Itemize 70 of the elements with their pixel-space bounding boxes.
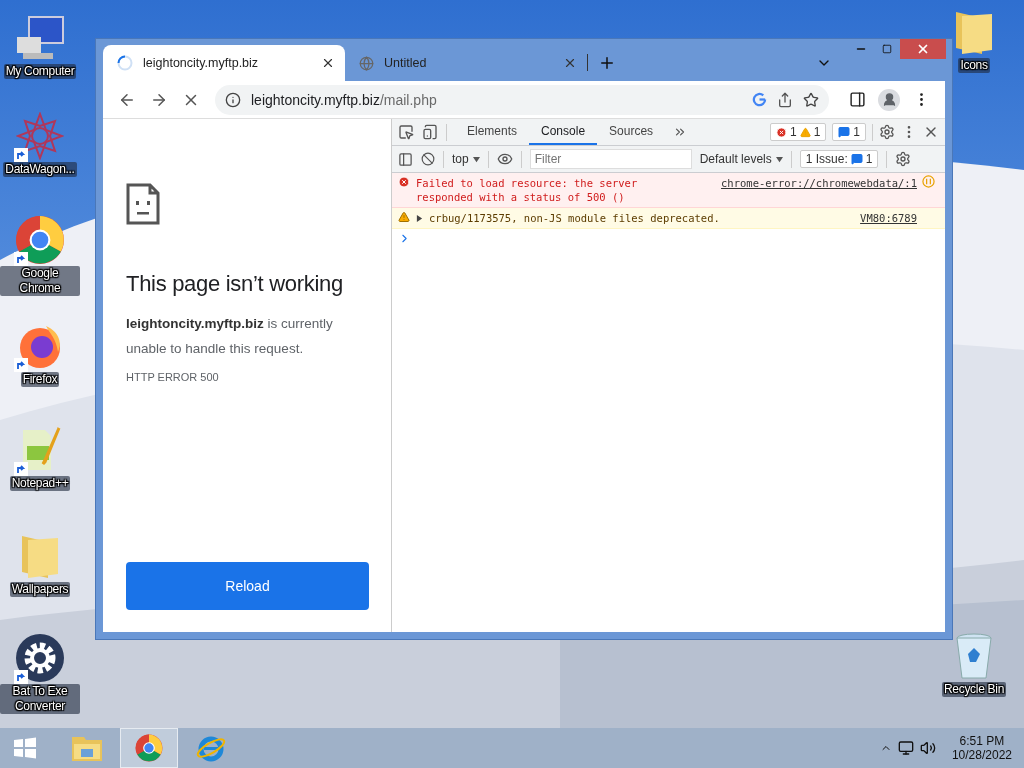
share-icon[interactable] — [777, 91, 793, 108]
error-icon — [398, 176, 410, 188]
warning-icon — [799, 126, 811, 138]
gear-icon — [15, 633, 65, 683]
icon-label: Firefox — [20, 372, 60, 387]
computer-icon — [15, 15, 65, 61]
issues-button[interactable]: 1 Issue: 1 — [799, 150, 879, 168]
sad-page-icon — [126, 183, 160, 225]
message-counts-badge[interactable]: 1 1 — [769, 123, 827, 141]
browser-tab[interactable]: leightoncity.myftp.biz — [103, 45, 345, 81]
tab-title: Untitled — [384, 56, 428, 70]
icon-label: Icons — [958, 58, 990, 73]
taskbar-app[interactable] — [120, 728, 178, 768]
message-icon — [850, 153, 863, 165]
close-icon[interactable] — [321, 56, 335, 70]
warning-count: 1 — [813, 125, 821, 139]
chrome-icon[interactable] — [135, 734, 163, 762]
inspect-icon[interactable] — [398, 124, 414, 140]
maximize-icon — [882, 44, 892, 54]
message-icon — [838, 126, 851, 138]
chrome-icon[interactable] — [15, 215, 65, 265]
filter-field[interactable]: Filter — [529, 149, 692, 169]
icon-label: Wallpapers — [9, 582, 71, 597]
source-link[interactable]: VM80:6789 — [860, 211, 917, 225]
reload-button[interactable]: Reload — [126, 562, 369, 610]
error-message: leightoncity.myftp.biz is currently unable to handle this request. — [126, 315, 334, 358]
console-message-text: Failed to load resource: the server responded with a status of 500 () — [416, 176, 639, 204]
info-count-badge[interactable]: 1 — [832, 123, 866, 141]
source-link[interactable]: chrome-error://chromewebdata/:1 — [721, 176, 917, 204]
icon-label: Google Chrome — [0, 266, 80, 296]
expand-icon[interactable] — [416, 214, 423, 222]
caret-icon[interactable] — [472, 155, 480, 163]
console-settings-icon[interactable] — [895, 151, 912, 167]
google-icon[interactable] — [752, 92, 767, 107]
devtools-tab[interactable]: Sources — [597, 119, 666, 145]
console-message-text: crbug/1173575, non-JS module files deprecated. — [429, 211, 720, 225]
close-button[interactable] — [900, 39, 946, 59]
live-expression-icon[interactable] — [496, 151, 513, 167]
info-count: 1 — [853, 125, 860, 139]
address-bar[interactable]: leightoncity.myftp.biz/mail.php — [215, 84, 829, 115]
loading-spinner-icon — [117, 55, 133, 71]
new-tab-icon[interactable] — [598, 54, 616, 72]
info-icon — [225, 91, 241, 108]
levels-dropdown[interactable]: Default levels — [699, 152, 783, 166]
icon-label: DataWagon... — [3, 162, 77, 177]
icon-label: Recycle Bin — [941, 682, 1007, 697]
icon-label: Bat To Exe Converter — [0, 684, 80, 714]
clock[interactable]: 6:51 PM 10/28/2022 — [951, 734, 1012, 762]
icon-label: Notepad++ — [9, 476, 71, 491]
warning-icon — [398, 211, 410, 223]
tab-title: leightoncity.myftp.biz — [143, 56, 260, 70]
error-heading: This page isn’t working — [126, 271, 344, 297]
icon-label: My Computer — [3, 64, 77, 79]
error-icon — [775, 126, 787, 138]
close-icon — [916, 42, 930, 56]
context-dropdown[interactable]: top — [452, 152, 480, 166]
caret-icon[interactable] — [775, 155, 783, 163]
recycle-bin-icon — [954, 632, 994, 680]
settings-icon[interactable] — [879, 124, 895, 140]
bookmark-star-icon[interactable] — [803, 91, 819, 108]
volume-icon[interactable] — [919, 740, 936, 756]
clear-console-icon[interactable] — [421, 152, 435, 166]
error-count: 1 — [789, 125, 797, 139]
browser-tab[interactable]: Untitled — [345, 45, 587, 81]
star-pattern-icon — [16, 112, 64, 160]
globe-icon — [359, 55, 374, 71]
sidebar-toggle-icon[interactable] — [398, 151, 413, 167]
device-toolbar-icon[interactable] — [422, 124, 438, 140]
error-code: HTTP ERROR 500 — [126, 371, 220, 383]
devtools-tab[interactable]: Elements — [455, 119, 530, 145]
